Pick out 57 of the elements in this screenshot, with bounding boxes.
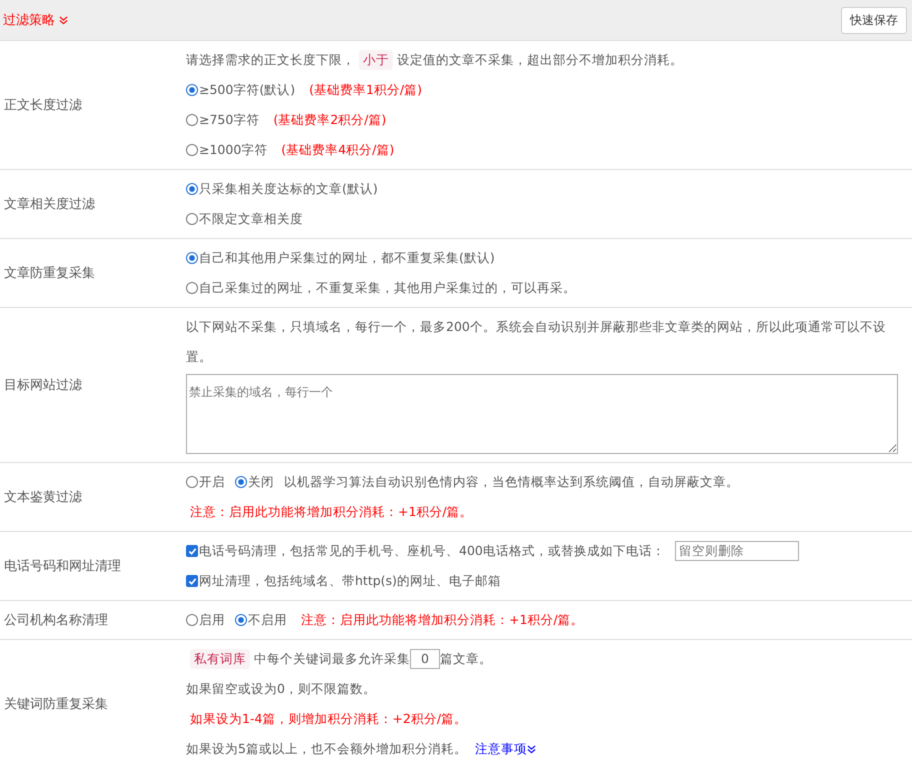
row-label: 电话号码和网址清理 [3,558,122,575]
radio-button[interactable] [186,252,198,264]
radio-button[interactable] [186,183,198,195]
description-text: 篇文章。 [440,650,492,668]
keyword-tag: 私有词库 [190,649,250,669]
checkbox[interactable] [186,575,198,587]
radio-option[interactable]: 开启 [186,467,225,497]
radio-button[interactable] [235,476,247,488]
count-field[interactable]: 0 [410,649,440,669]
row-label: 目标网站过滤 [3,377,83,394]
keyword-tag: 小于 [359,50,393,70]
checkbox-option[interactable]: 电话号码清理，包括常见的手机号、座机号、400电话格式，或替换成如下电话： [186,536,665,566]
radio-button[interactable] [186,476,198,488]
row-label: 文本鉴黄过滤 [3,489,83,506]
warning-text: (基础费率2积分/篇) [273,111,386,129]
row-label: 文章相关度过滤 [3,196,96,213]
phone-field[interactable]: 留空则删除 [674,541,799,561]
row-label: 文章防重复采集 [3,265,96,282]
description-text: 如果设为5篇或以上，也不会额外增加积分消耗。 [186,740,467,758]
radio-button[interactable] [186,144,198,156]
description-text: 以机器学习算法自动识别色情内容，当色情概率达到系统阈值，自动屏蔽文章。 [284,473,739,491]
radio-option[interactable]: 只采集相关度达标的文章(默认) [186,174,378,204]
radio-option[interactable]: 自己采集过的网址，不重复采集，其他用户采集过的，可以再采。 [186,273,576,303]
radio-button[interactable] [235,614,247,626]
radio-button[interactable] [186,614,198,626]
warning-text: 如果设为1-4篇，则增加积分消耗：+2积分/篇。 [190,710,468,728]
warning-text: (基础费率1积分/篇) [309,81,422,99]
radio-option[interactable]: 自己和其他用户采集过的网址，都不重复采集(默认) [186,243,495,273]
row-label: 正文长度过滤 [3,97,83,114]
description-text: 设定值的文章不采集，超出部分不增加积分消耗。 [397,51,683,69]
save-button[interactable]: 快速保存 [841,6,907,34]
radio-option[interactable]: ≥500字符(默认) [186,75,296,105]
description-text: 如果留空或设为0，则不限篇数。 [186,680,376,698]
double-chevron-down-icon [526,744,536,754]
radio-option[interactable]: ≥1000字符 [186,135,268,165]
warning-text: 注意：启用此功能将增加积分消耗：+1积分/篇。 [190,503,473,521]
double-chevron-down-icon [59,16,68,24]
checkbox-option[interactable]: 网址清理，包括纯域名、带http(s)的网址、电子邮箱 [186,566,501,596]
description-text: 请选择需求的正文长度下限， [186,51,355,69]
radio-option[interactable]: 不启用 [235,605,287,635]
radio-button[interactable] [186,213,198,225]
radio-button[interactable] [186,282,198,294]
description-text: 中每个关键词最多允许采集 [254,650,410,668]
warning-text: 注意：启用此功能将增加积分消耗：+1积分/篇。 [301,611,584,629]
row-label: 关键词防重复采集 [3,696,109,713]
radio-option[interactable]: 不限定文章相关度 [186,204,303,234]
warning-text: (基础费率4积分/篇) [281,141,394,159]
radio-option[interactable]: 关闭 [235,467,274,497]
description-text: 以下网站不采集，只填域名，每行一个，最多200个。系统会自动识别并屏蔽那些非文章类的网站，所以此项通常可以不设置。 [186,318,887,366]
row-label: 公司机构名称清理 [3,612,109,629]
notes-link[interactable]: 注意事项 [474,734,536,764]
radio-button[interactable] [186,114,198,126]
domain-field[interactable]: 禁止采集的域名，每行一个 [186,374,898,454]
radio-option[interactable]: ≥750字符 [186,105,260,135]
radio-option[interactable]: 启用 [186,605,225,635]
checkbox[interactable] [186,545,198,557]
radio-button[interactable] [186,84,198,96]
